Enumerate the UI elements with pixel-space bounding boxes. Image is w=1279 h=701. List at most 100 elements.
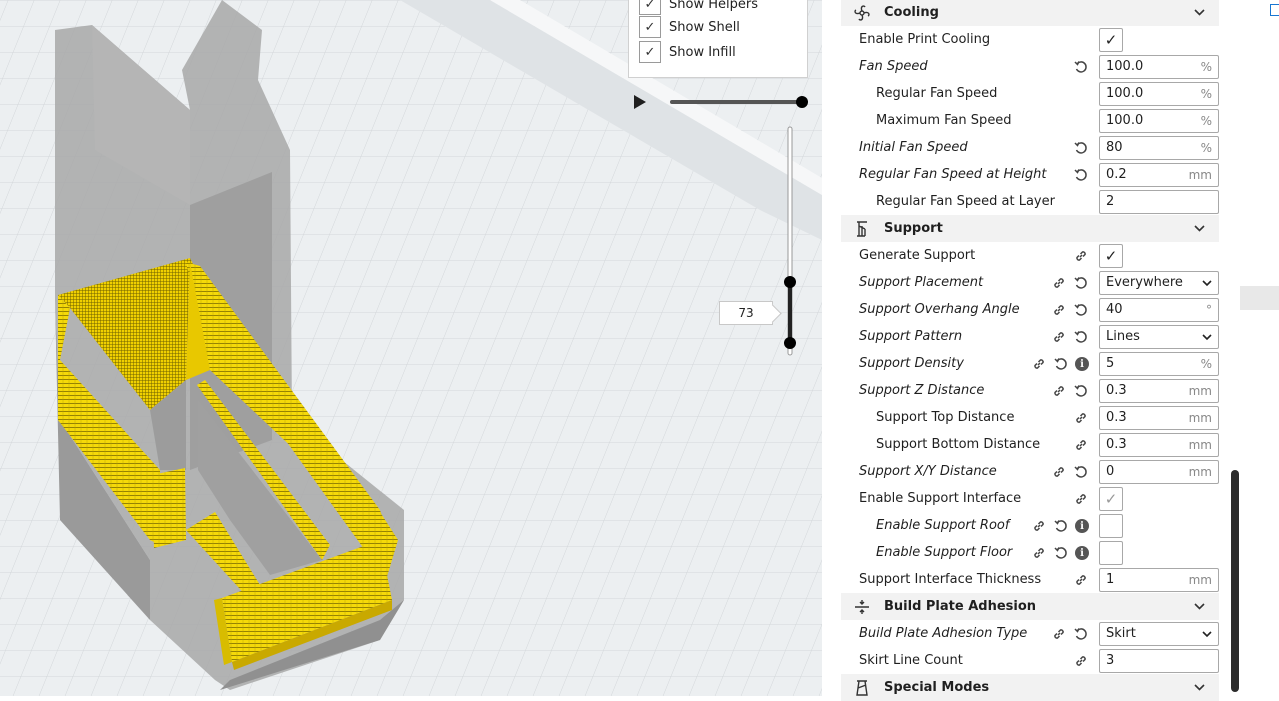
support-xy-distance-input[interactable]: 0 mm [1099,460,1219,484]
enable-print-cooling-checkbox[interactable]: ✓ [1099,28,1123,52]
reset-icon[interactable] [1073,464,1089,480]
regular-fan-speed-at-height-input[interactable]: 0.2 mm [1099,163,1219,187]
category-special-modes[interactable]: Special Modes [841,674,1219,701]
link-icon[interactable] [1073,410,1089,426]
setting-support-overhang-angle: Support Overhang Angle 40 ° [841,296,1221,323]
setting-initial-fan-speed: Initial Fan Speed 80% [841,134,1221,161]
maximum-fan-speed-label: Maximum Fan Speed [876,113,1012,128]
3d-viewport[interactable]: ✓ Show Helpers ✓ Show Shell ✓ Show Infil… [0,0,822,696]
link-icon[interactable] [1073,653,1089,669]
link-icon[interactable] [1073,437,1089,453]
info-icon[interactable]: i [1075,519,1089,533]
reset-icon[interactable] [1073,59,1089,75]
setting-support-xy-distance: Support X/Y Distance 0 mm [841,458,1221,485]
reset-icon[interactable] [1073,302,1089,318]
reset-icon[interactable] [1073,167,1089,183]
support-z-distance-input[interactable]: 0.3 mm [1099,379,1219,403]
chevron-down-icon [1194,684,1205,691]
setting-support-interface-thickness: Support Interface Thickness 1 mm [841,566,1221,593]
show-infill-label: Show Infill [669,44,736,60]
enable-print-cooling-label: Enable Print Cooling [859,32,991,47]
support-placement-select[interactable]: Everywhere [1099,271,1219,295]
link-icon[interactable] [1031,518,1047,534]
link-icon[interactable] [1051,302,1067,318]
info-icon[interactable]: i [1075,357,1089,371]
category-support[interactable]: Support [841,215,1219,242]
side-panel-tab[interactable] [1240,286,1279,310]
setting-support-pattern: Support Pattern Lines [841,323,1221,350]
setting-support-z-distance: Support Z Distance 0.3 mm [841,377,1221,404]
enable-support-interface-label: Enable Support Interface [859,491,1022,506]
show-shell-row[interactable]: ✓ Show Shell [639,16,740,38]
enable-support-interface-checkbox[interactable]: ✓ [1099,487,1123,511]
reset-icon[interactable] [1053,356,1069,372]
show-helpers-checkbox[interactable]: ✓ [639,0,661,15]
reset-icon[interactable] [1073,626,1089,642]
initial-fan-speed-input[interactable]: 80% [1099,136,1219,160]
build-plate-adhesion-type-select[interactable]: Skirt [1099,622,1219,646]
skirt-line-count-label: Skirt Line Count [859,653,963,668]
link-icon[interactable] [1031,545,1047,561]
fan-speed-input[interactable]: 100.0% [1099,55,1219,79]
support-overhang-angle-input[interactable]: 40 ° [1099,298,1219,322]
support-overhang-angle-label: Support Overhang Angle [859,302,1020,317]
reset-icon[interactable] [1073,140,1089,156]
link-icon[interactable] [1051,464,1067,480]
skirt-line-count-input[interactable]: 3 [1099,649,1219,673]
link-icon[interactable] [1051,329,1067,345]
support-pattern-select[interactable]: Lines [1099,325,1219,349]
category-cooling-label: Cooling [884,5,939,20]
regular-fan-speed-at-layer-input[interactable]: 2 [1099,190,1219,214]
setting-maximum-fan-speed: Maximum Fan Speed 100.0% [841,107,1221,134]
show-helpers-row[interactable]: ✓ Show Helpers [639,0,758,15]
show-infill-checkbox[interactable]: ✓ [639,41,661,63]
window-icon [1270,4,1279,16]
show-shell-checkbox[interactable]: ✓ [639,16,661,38]
maximum-fan-speed-input[interactable]: 100.0% [1099,109,1219,133]
support-density-input[interactable]: 5% [1099,352,1219,376]
enable-support-roof-label: Enable Support Roof [876,518,1010,533]
show-shell-label: Show Shell [669,19,740,35]
reset-icon[interactable] [1053,518,1069,534]
link-icon[interactable] [1073,491,1089,507]
generate-support-checkbox[interactable]: ✓ [1099,244,1123,268]
build-plate-adhesion-type-label: Build Plate Adhesion Type [859,626,1028,641]
link-icon[interactable] [1073,572,1089,588]
fan-speed-label: Fan Speed [859,59,928,74]
setting-support-bottom-distance: Support Bottom Distance 0.3 mm [841,431,1221,458]
info-icon[interactable]: i [1075,546,1089,560]
reset-icon[interactable] [1073,329,1089,345]
current-layer-field[interactable]: 73 [719,301,773,325]
support-z-distance-label: Support Z Distance [859,383,985,398]
setting-support-density: Support Density i 5% [841,350,1221,377]
reset-icon[interactable] [1073,275,1089,291]
chevron-down-icon [1202,631,1212,638]
reset-icon[interactable] [1053,545,1069,561]
setting-enable-support-interface: Enable Support Interface ✓ [841,485,1221,512]
category-build-plate-adhesion[interactable]: Build Plate Adhesion [841,593,1219,620]
support-bottom-distance-input[interactable]: 0.3 mm [1099,433,1219,457]
support-interface-thickness-input[interactable]: 1 mm [1099,568,1219,592]
link-icon[interactable] [1051,275,1067,291]
link-icon[interactable] [1051,626,1067,642]
regular-fan-speed-input[interactable]: 100.0% [1099,82,1219,106]
category-build-plate-adhesion-label: Build Plate Adhesion [884,599,1037,614]
reset-icon[interactable] [1073,383,1089,399]
support-top-distance-input[interactable]: 0.3 mm [1099,406,1219,430]
link-icon[interactable] [1031,356,1047,372]
category-support-label: Support [884,221,943,236]
category-cooling[interactable]: Cooling [841,0,1219,26]
setting-build-plate-adhesion-type: Build Plate Adhesion Type Skirt [841,620,1221,647]
enable-support-roof-checkbox[interactable] [1099,514,1123,538]
link-icon[interactable] [1073,248,1089,264]
chevron-down-icon [1194,603,1205,610]
initial-fan-speed-label: Initial Fan Speed [859,140,968,155]
link-icon[interactable] [1051,383,1067,399]
enable-support-floor-checkbox[interactable] [1099,541,1123,565]
show-infill-row[interactable]: ✓ Show Infill [639,41,736,63]
setting-regular-fan-speed-at-layer: Regular Fan Speed at Layer 2 [841,188,1221,215]
support-density-label: Support Density [859,356,964,371]
support-interface-thickness-label: Support Interface Thickness [859,572,1042,587]
settings-scrollbar-thumb[interactable] [1231,470,1239,692]
setting-regular-fan-speed-at-height: Regular Fan Speed at Height 0.2 mm [841,161,1221,188]
